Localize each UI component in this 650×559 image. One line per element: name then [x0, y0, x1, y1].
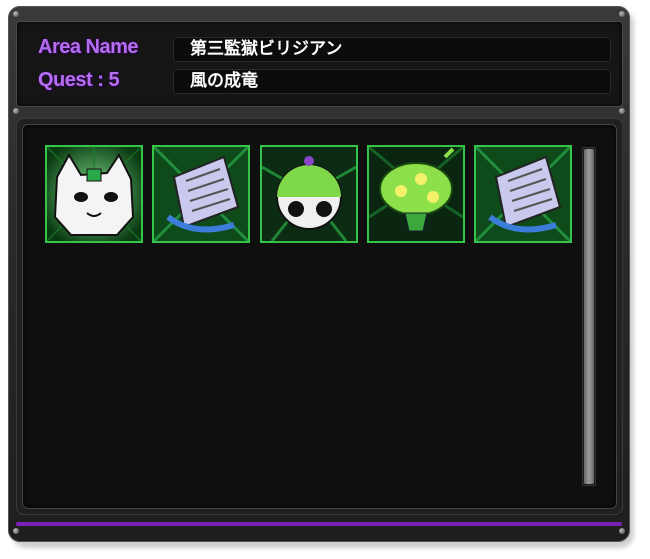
- panda-ball-monster-icon: [262, 147, 356, 241]
- area-name-label: Area Name: [38, 36, 139, 58]
- rivet-icon: [619, 528, 625, 534]
- area-name-value: 第三監獄ビリジアン: [190, 39, 343, 59]
- white-cat-monster-icon: [47, 147, 141, 241]
- quest-info-header: [16, 21, 623, 107]
- area-name-field: 第三監獄ビリジアン: [173, 37, 611, 62]
- newspaper-monster-icon: [476, 147, 570, 241]
- monster-card-panda-ball[interactable]: [260, 145, 358, 243]
- scrollbar-thumb[interactable]: [584, 149, 594, 484]
- quest-name-value: 風の成竜: [190, 71, 258, 91]
- rivet-icon: [13, 11, 19, 17]
- list-scrollbar[interactable]: [582, 147, 596, 486]
- rivet-icon: [13, 108, 19, 114]
- rivet-icon: [619, 108, 625, 114]
- rivet-icon: [13, 528, 19, 534]
- quest-number-label: Quest : 5: [38, 69, 120, 91]
- monster-card-white-cat[interactable]: [45, 145, 143, 243]
- quest-name-field: 風の成竜: [173, 69, 611, 94]
- newspaper-monster-icon: [154, 147, 248, 241]
- monster-card-newspaper-1[interactable]: [152, 145, 250, 243]
- monster-card-newspaper-2[interactable]: [474, 145, 572, 243]
- rivet-icon: [619, 11, 625, 17]
- green-mushroom-monster-icon: [369, 147, 463, 241]
- monster-card-green-mushroom[interactable]: [367, 145, 465, 243]
